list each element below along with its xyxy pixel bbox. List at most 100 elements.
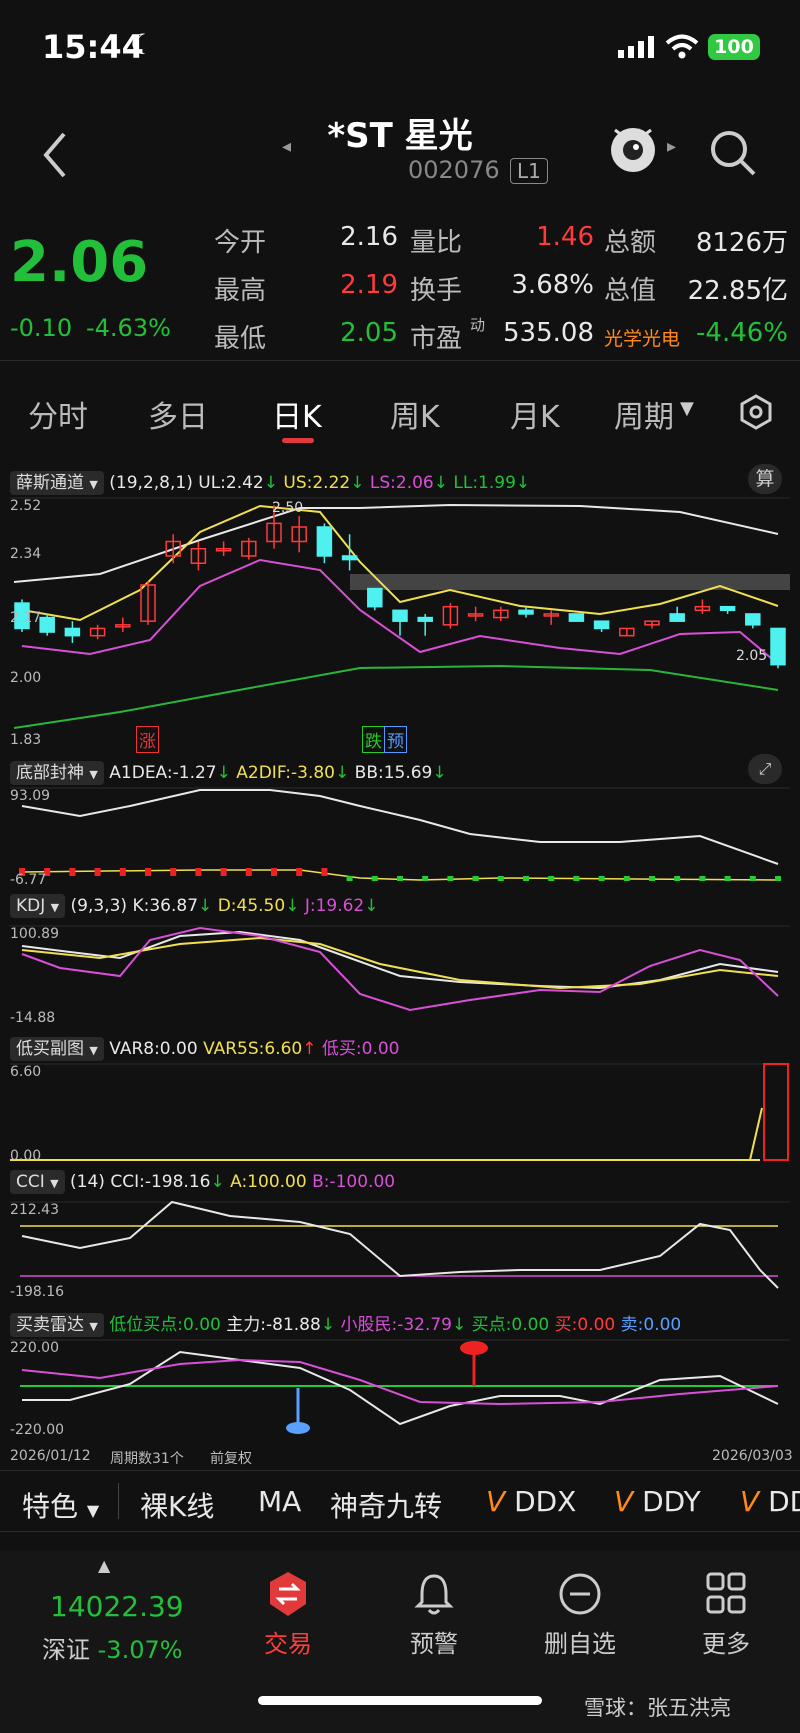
d-line: [21, 936, 779, 990]
candle-body: [745, 613, 761, 626]
retail-line: [21, 1358, 779, 1406]
signal-bar: [674, 876, 681, 881]
candle-body: [568, 613, 585, 622]
signal-bar: [497, 876, 504, 881]
mmld-tick-bottom: -220.00: [10, 1422, 65, 1438]
signal-bar: [447, 876, 454, 881]
signal-bar: [245, 868, 252, 876]
rise-tag: 涨: [136, 726, 159, 753]
home-indicator[interactable]: [258, 1696, 542, 1705]
trade-icon: [270, 1572, 306, 1616]
dm-tick-bottom: 0.00: [10, 1148, 42, 1164]
signal-bar: [271, 868, 277, 876]
fall-tag: 跌: [362, 726, 385, 753]
signal-bar: [724, 876, 731, 881]
nav-remove-watch[interactable]: 删自选: [520, 1570, 640, 1659]
kdj-tick-top: 100.89: [10, 926, 59, 942]
candle-body: [341, 555, 358, 561]
xs-tick-1: 2.52: [10, 498, 42, 514]
signal-bar: [119, 868, 126, 876]
kdj-tick-bottom: -14.88: [10, 1010, 56, 1026]
xs-tick-2: 2.34: [10, 546, 42, 562]
feature-ma[interactable]: MA: [258, 1485, 301, 1518]
dbfs-tick-top: 93.09: [10, 788, 51, 804]
signal-bar: [170, 868, 177, 876]
divider: [118, 1483, 119, 1519]
signal-bar: [195, 868, 202, 876]
signal-bar: [422, 876, 429, 881]
signal-bar: [523, 876, 529, 881]
signal-bar: [296, 868, 303, 876]
bell-icon: [414, 1574, 454, 1615]
bb-line: [21, 789, 779, 865]
signal-box: [763, 1063, 789, 1161]
nav-trade[interactable]: 交易: [228, 1570, 348, 1659]
feature-dd[interactable]: V DD: [740, 1485, 800, 1518]
mmld-tick-top: 220.00: [10, 1340, 59, 1356]
dm-tick-top: 6.60: [10, 1064, 42, 1080]
feature-bar: 特色 ▼ 裸K线 MA 神奇九转 V DDX V DDY V DD: [0, 1470, 800, 1532]
candle-body: [417, 616, 433, 622]
sell-signal-marker: [286, 1422, 310, 1434]
candle-body: [669, 613, 685, 622]
feature-ddx[interactable]: V DDX: [486, 1485, 576, 1518]
bottom-nav: ▲ 14022.39 深证 -3.07% 交易 预警 删自选 更多 雪球：张五洪…: [0, 1550, 800, 1733]
signal-bar: [749, 876, 756, 881]
candle-body: [518, 609, 534, 615]
candle-body: [64, 627, 81, 637]
signal-bar: [623, 876, 630, 881]
signal-bar: [472, 876, 479, 881]
date-start: 2026/01/12: [10, 1448, 91, 1464]
candle-body: [316, 526, 333, 557]
signal-bar: [346, 876, 353, 881]
xs-tick-3: 2.17: [10, 610, 42, 626]
signal-bar: [321, 868, 328, 876]
predict-tag: 预: [384, 726, 407, 753]
nav-alert[interactable]: 预警: [374, 1570, 494, 1659]
period-count: 周期数31个: [110, 1451, 184, 1467]
feature-ddy[interactable]: V DDY: [614, 1485, 701, 1518]
grid-icon: [706, 1572, 746, 1614]
feature-naked-k[interactable]: 裸K线: [140, 1485, 214, 1525]
index-value[interactable]: 14022.39: [50, 1590, 184, 1623]
signal-bar: [649, 876, 655, 881]
xs-tick-4: 2.00: [10, 670, 42, 686]
candle-body: [770, 627, 786, 666]
signal-bar: [145, 868, 151, 876]
candle-body: [392, 609, 408, 622]
index-info[interactable]: 深证 -3.07%: [42, 1630, 183, 1665]
feature-magic-nine[interactable]: 神奇九转: [330, 1485, 442, 1525]
feature-select[interactable]: 特色 ▼: [22, 1485, 99, 1525]
candle-body: [367, 587, 383, 608]
low-marker-label: 2.05: [736, 648, 768, 664]
signal-bar: [573, 876, 580, 881]
signal-bar: [371, 876, 378, 881]
signal-bar: [69, 868, 76, 876]
cci-tick-top: 212.43: [10, 1202, 59, 1218]
buy-signal-marker: [460, 1341, 488, 1355]
candle-body: [39, 616, 55, 633]
candle-body: [593, 620, 610, 630]
watermark: 雪球：张五洪亮: [584, 1696, 731, 1720]
signal-bar: [775, 876, 781, 881]
signal-bar: [699, 876, 706, 881]
signal-bar: [94, 868, 101, 876]
nav-more[interactable]: 更多: [666, 1570, 786, 1659]
cci-tick-bottom: -198.16: [10, 1284, 65, 1300]
cci-line: [21, 1200, 779, 1289]
main-force-line: [22, 1350, 779, 1426]
candle-body: [719, 605, 736, 612]
ul-line: [13, 503, 779, 583]
expand-up-icon[interactable]: ▲: [98, 1556, 110, 1575]
ll-line: [13, 664, 779, 729]
minus-circle-icon: [559, 1573, 601, 1615]
signal-bar: [397, 876, 403, 881]
xs-tick-5: 1.83: [10, 732, 42, 748]
adjust-mode: 前复权: [210, 1451, 252, 1467]
date-end: 2026/03/03: [712, 1448, 793, 1464]
var5s-spike: [749, 1107, 763, 1161]
dbfs-tick-bottom: -6.77: [10, 872, 47, 888]
signal-bar: [598, 876, 605, 881]
signal-bar: [220, 868, 227, 876]
signal-bar: [548, 876, 555, 881]
